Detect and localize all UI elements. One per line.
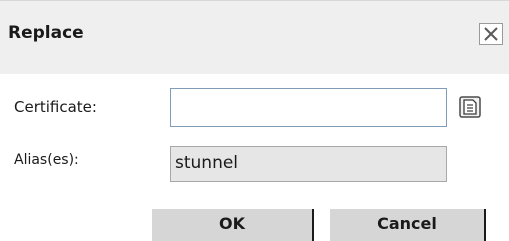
alias-field: stunnel [170, 146, 447, 182]
certificate-label: Certificate: [14, 98, 97, 116]
dialog-title: Replace [8, 23, 84, 43]
dialog-titlebar: Replace [0, 0, 509, 74]
replace-dialog: Replace Certificate: Alias(es): stunnel … [0, 0, 509, 241]
certificate-input[interactable] [170, 88, 447, 127]
alias-label: Alias(es): [14, 152, 79, 168]
cancel-button[interactable]: Cancel [330, 209, 486, 241]
close-button[interactable] [479, 23, 503, 45]
close-icon [484, 27, 498, 41]
browse-file-icon[interactable] [459, 96, 481, 118]
ok-button[interactable]: OK [152, 209, 314, 241]
